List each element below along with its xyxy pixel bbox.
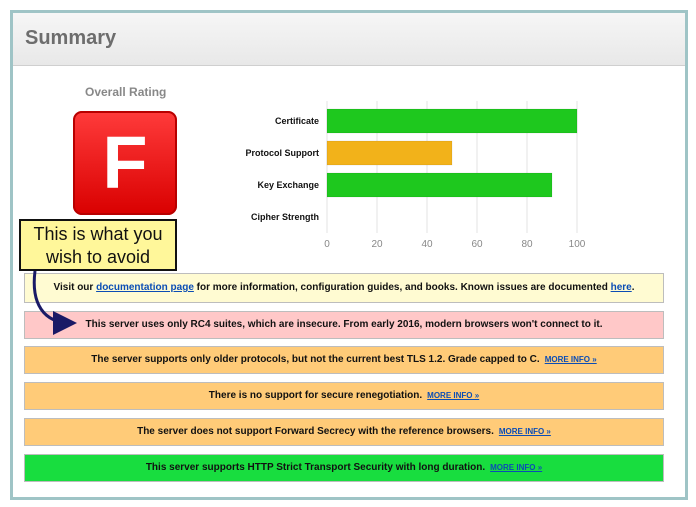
- annotation-arrow: [32, 270, 77, 335]
- arrow-path: [32, 270, 77, 335]
- summary-panel: Summary Overall Rating F 0 20 40 60 80 100 Cer…: [10, 10, 688, 500]
